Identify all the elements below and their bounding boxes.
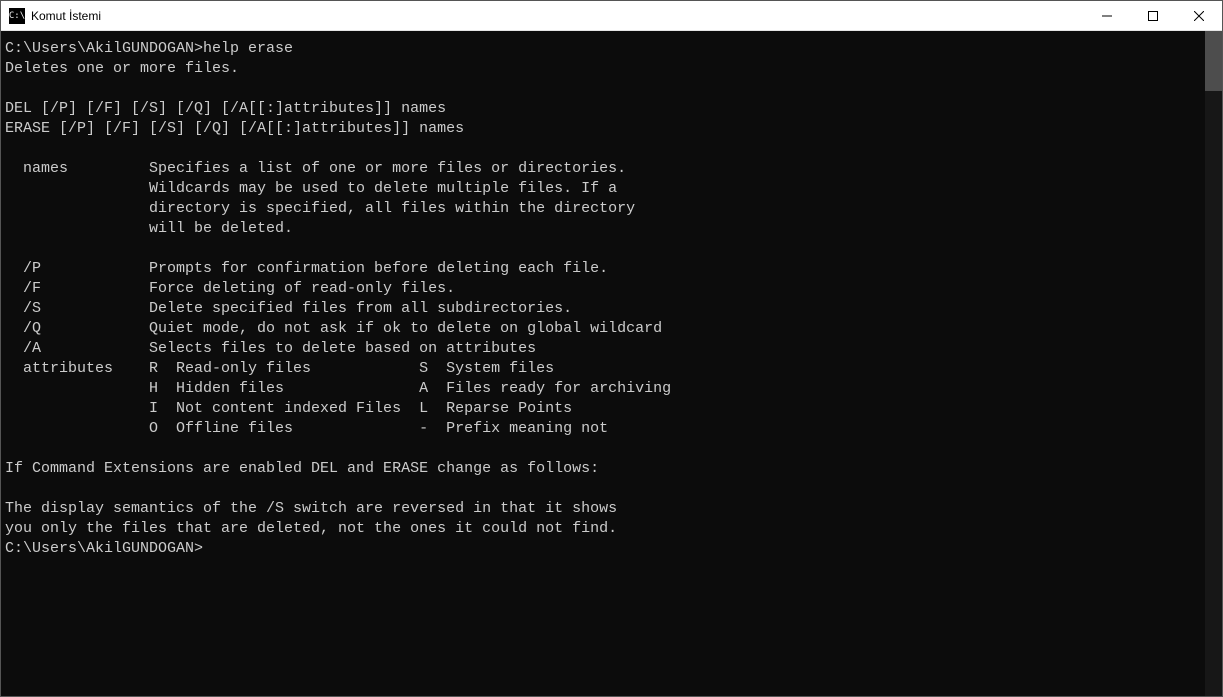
scrollbar-thumb[interactable] (1205, 31, 1222, 91)
window-titlebar: C:\ Komut İstemi (1, 1, 1222, 31)
maximize-button[interactable] (1130, 1, 1176, 30)
terminal-viewport[interactable]: C:\Users\AkilGUNDOGAN>help erase Deletes… (1, 39, 1205, 696)
window-controls (1084, 1, 1222, 30)
prompt-path: C:\Users\AkilGUNDOGAN> (5, 40, 203, 57)
window-title: Komut İstemi (31, 9, 1084, 23)
terminal-output: Deletes one or more files. DEL [/P] [/F]… (5, 59, 1205, 539)
command-line-1: C:\Users\AkilGUNDOGAN>help erase (5, 39, 1205, 59)
command-line-2[interactable]: C:\Users\AkilGUNDOGAN> (5, 539, 1205, 559)
scrollbar-track[interactable] (1205, 31, 1222, 696)
minimize-button[interactable] (1084, 1, 1130, 30)
terminal-area[interactable]: C:\Users\AkilGUNDOGAN>help erase Deletes… (1, 31, 1222, 696)
cmd-icon: C:\ (9, 8, 25, 24)
prompt-path: C:\Users\AkilGUNDOGAN> (5, 540, 203, 557)
close-button[interactable] (1176, 1, 1222, 30)
command-text: help erase (203, 40, 293, 57)
